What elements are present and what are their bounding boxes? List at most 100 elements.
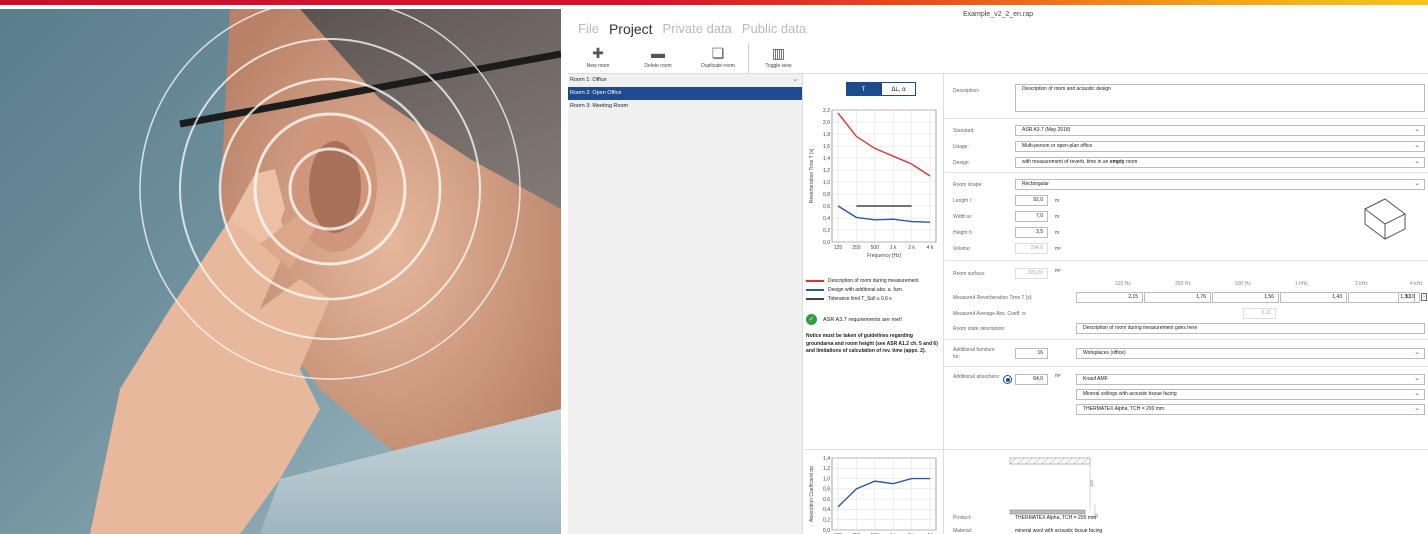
divider xyxy=(945,366,1428,367)
furniture-count-input[interactable]: 16 xyxy=(1015,348,1048,359)
absorber-manufacturer-select[interactable]: Knauf AMF xyxy=(1076,374,1425,385)
measured-t-125[interactable]: 2,15 xyxy=(1076,292,1143,303)
room-state-input[interactable]: Description of room during measurement g… xyxy=(1076,323,1425,334)
brand-color-bar xyxy=(0,0,1428,5)
duplicate-room-label: Duplicate room xyxy=(701,63,735,69)
y-tick-label: 1,0 xyxy=(823,476,830,482)
absorption-chart: 0,00,20,40,60,81,01,21,41252505001 k2 k4… xyxy=(809,456,937,534)
design-select[interactable]: with measurement of reverb. time in an e… xyxy=(1015,157,1425,168)
standard-select[interactable]: ASR A3.7 (May 2018) xyxy=(1015,125,1425,136)
y-tick-label: 0,0 xyxy=(823,528,830,534)
acoustic-app-window: Example_v2_2_en.rap File Project Private… xyxy=(568,9,1428,534)
main-menu: File Project Private data Public data xyxy=(578,21,806,37)
length-label: Length l: xyxy=(953,198,973,204)
room-shape-label: Room shape: xyxy=(953,182,983,188)
measured-t-250[interactable]: 1,76 xyxy=(1144,292,1211,303)
y-tick-label: 0,4 xyxy=(823,507,830,513)
absorber-product-select[interactable]: THERMATEX Alpha, TCH = 200 mm xyxy=(1076,404,1425,415)
delete-room-button[interactable]: ▬ Delete room xyxy=(628,43,688,73)
freq-header-125: 125 Hz xyxy=(1115,281,1131,287)
room-surface-label: Room surface: xyxy=(953,271,986,277)
material-value: mineral wool with acoustic tissue facing xyxy=(1015,528,1103,534)
furniture-label: Additional furniture for: xyxy=(953,347,995,360)
absorber-radio[interactable] xyxy=(1003,375,1012,384)
room-state-label: Room state description: xyxy=(953,326,1006,332)
menu-private-data[interactable]: Private data xyxy=(663,21,732,37)
measured-t-4k-spacer xyxy=(1416,292,1420,303)
design-text-bold: empty xyxy=(1109,159,1125,165)
width-input[interactable]: 7,0 xyxy=(1015,211,1048,222)
measured-alpha-output: 0,11 xyxy=(1243,308,1276,319)
measured-t-label: Measured Reverberation Time T [s]: xyxy=(953,295,1033,301)
height-input[interactable]: 3,5 xyxy=(1015,227,1048,238)
y-tick-label: 1,8 xyxy=(823,132,830,138)
measured-alpha-label: Measured Average Abs. Coeff. α: xyxy=(953,311,1027,317)
requirements-text: ASR A3.7 requirements are met! xyxy=(823,316,903,323)
design-label: Design: xyxy=(953,160,970,166)
room-item-2[interactable]: Room 2: Open Office xyxy=(568,87,802,100)
window-title: Example_v2_2_en.rap xyxy=(962,11,1034,18)
x-tick-label: 500 xyxy=(871,245,880,251)
menu-file[interactable]: File xyxy=(578,21,599,37)
design-text: room xyxy=(1124,159,1138,165)
room-form: Description: Description of room and aco… xyxy=(945,74,1428,534)
tab-reverberation[interactable]: T xyxy=(846,82,881,96)
y-axis-label: Absorption Coefficient αp xyxy=(809,466,815,522)
menu-public-data[interactable]: Public data xyxy=(742,21,806,37)
legend-label: Tolerance limit T_Soll ≤ 0,6 s xyxy=(828,295,892,302)
design-text: with measurement of reverb. time in an xyxy=(1022,159,1110,165)
check-icon: ✓ xyxy=(806,314,817,325)
y-tick-label: 2,0 xyxy=(823,120,830,126)
requirements-status: ✓ ASR A3.7 requirements are met! xyxy=(806,314,902,325)
toggle-view-button[interactable]: ▥ Toggle view xyxy=(748,43,808,73)
toggle-view-icon: ▥ xyxy=(771,44,786,61)
y-tick-label: 0,2 xyxy=(823,228,830,234)
reverberation-chart: 0,0 0,2 0,4 0,6 0,8 1,0 1,2 1,4 1,6 1,8 2,0 2,2 125 2… xyxy=(809,108,937,259)
freq-header-250: 250 Hz xyxy=(1175,281,1191,287)
legend-label: Design with additonal abs. a. furn. xyxy=(828,286,904,293)
new-room-button[interactable]: ✚ New room xyxy=(568,43,628,73)
duplicate-room-button[interactable]: ❏ Duplicate room xyxy=(688,43,748,73)
x-tick-label: 125 xyxy=(834,245,843,251)
room-item-1[interactable]: Room 1: Office xyxy=(568,74,802,87)
product-value: THERMATEX Alpha, TCH = 200 mm xyxy=(1015,515,1097,521)
legend-item-tolerance: Tolerance limit T_Soll ≤ 0,6 s xyxy=(806,294,944,303)
furniture-select[interactable]: Workplaces (office) xyxy=(1076,348,1425,359)
chart-legend: Description of room during measurement D… xyxy=(806,276,944,303)
y-tick-label: 0,0 xyxy=(823,240,830,246)
description-field[interactable]: Description of room and acoustic design xyxy=(1015,84,1425,112)
standard-label: Standard: xyxy=(953,128,975,134)
y-axis-label: Reverberation Time T [s] xyxy=(809,148,815,203)
divider xyxy=(945,118,1428,119)
new-room-icon: ✚ xyxy=(592,44,604,61)
length-input[interactable]: 92,0 xyxy=(1015,195,1048,206)
width-unit: m xyxy=(1055,214,1060,220)
room-shape-select[interactable]: Rectangular xyxy=(1015,179,1425,190)
length-unit: m xyxy=(1055,198,1060,204)
freq-header-500: 500 Hz xyxy=(1235,281,1251,287)
y-tick-label: 1,6 xyxy=(823,144,830,150)
menu-project[interactable]: Project xyxy=(609,21,653,37)
measured-t-1k[interactable]: 1,43 xyxy=(1280,292,1347,303)
tab-level-absorption[interactable]: ΔL, α xyxy=(881,82,916,96)
volume-unit: m³ xyxy=(1055,246,1061,252)
y-tick-label: 0,6 xyxy=(823,497,830,503)
x-tick-label: 4 k xyxy=(927,245,934,251)
x-tick-label: 1 k xyxy=(890,245,897,251)
duplicate-room-icon: ❏ xyxy=(711,44,725,61)
chart-panel: T ΔL, α 0,0 0,2 0,4 0,6 0,8 1,0 1,2 1,4 1,6 1,8 2,… xyxy=(804,74,944,534)
y-tick-label: 0,6 xyxy=(823,204,830,210)
export-values-icon[interactable]: › xyxy=(1421,293,1427,301)
measured-t-500[interactable]: 1,56 xyxy=(1212,292,1279,303)
absorbers-label: Additional absorbers: xyxy=(953,374,1000,380)
legend-item-measurement: Description of room during measurement xyxy=(806,276,944,285)
absorber-area-input[interactable]: 64,0 xyxy=(1015,374,1048,385)
divider xyxy=(945,339,1428,340)
toggle-view-label: Toggle view xyxy=(765,63,792,69)
usage-select[interactable]: Multi-person or open-plan office xyxy=(1015,141,1425,152)
y-tick-label: 1,4 xyxy=(823,456,830,462)
height-label: Height h: xyxy=(953,230,974,236)
product-label: Product: xyxy=(953,515,972,521)
room-item-3[interactable]: Room 3: Meeting Room xyxy=(568,100,802,113)
absorber-type-select[interactable]: Mineral ceilings with acoustic tissue fa… xyxy=(1076,389,1425,400)
